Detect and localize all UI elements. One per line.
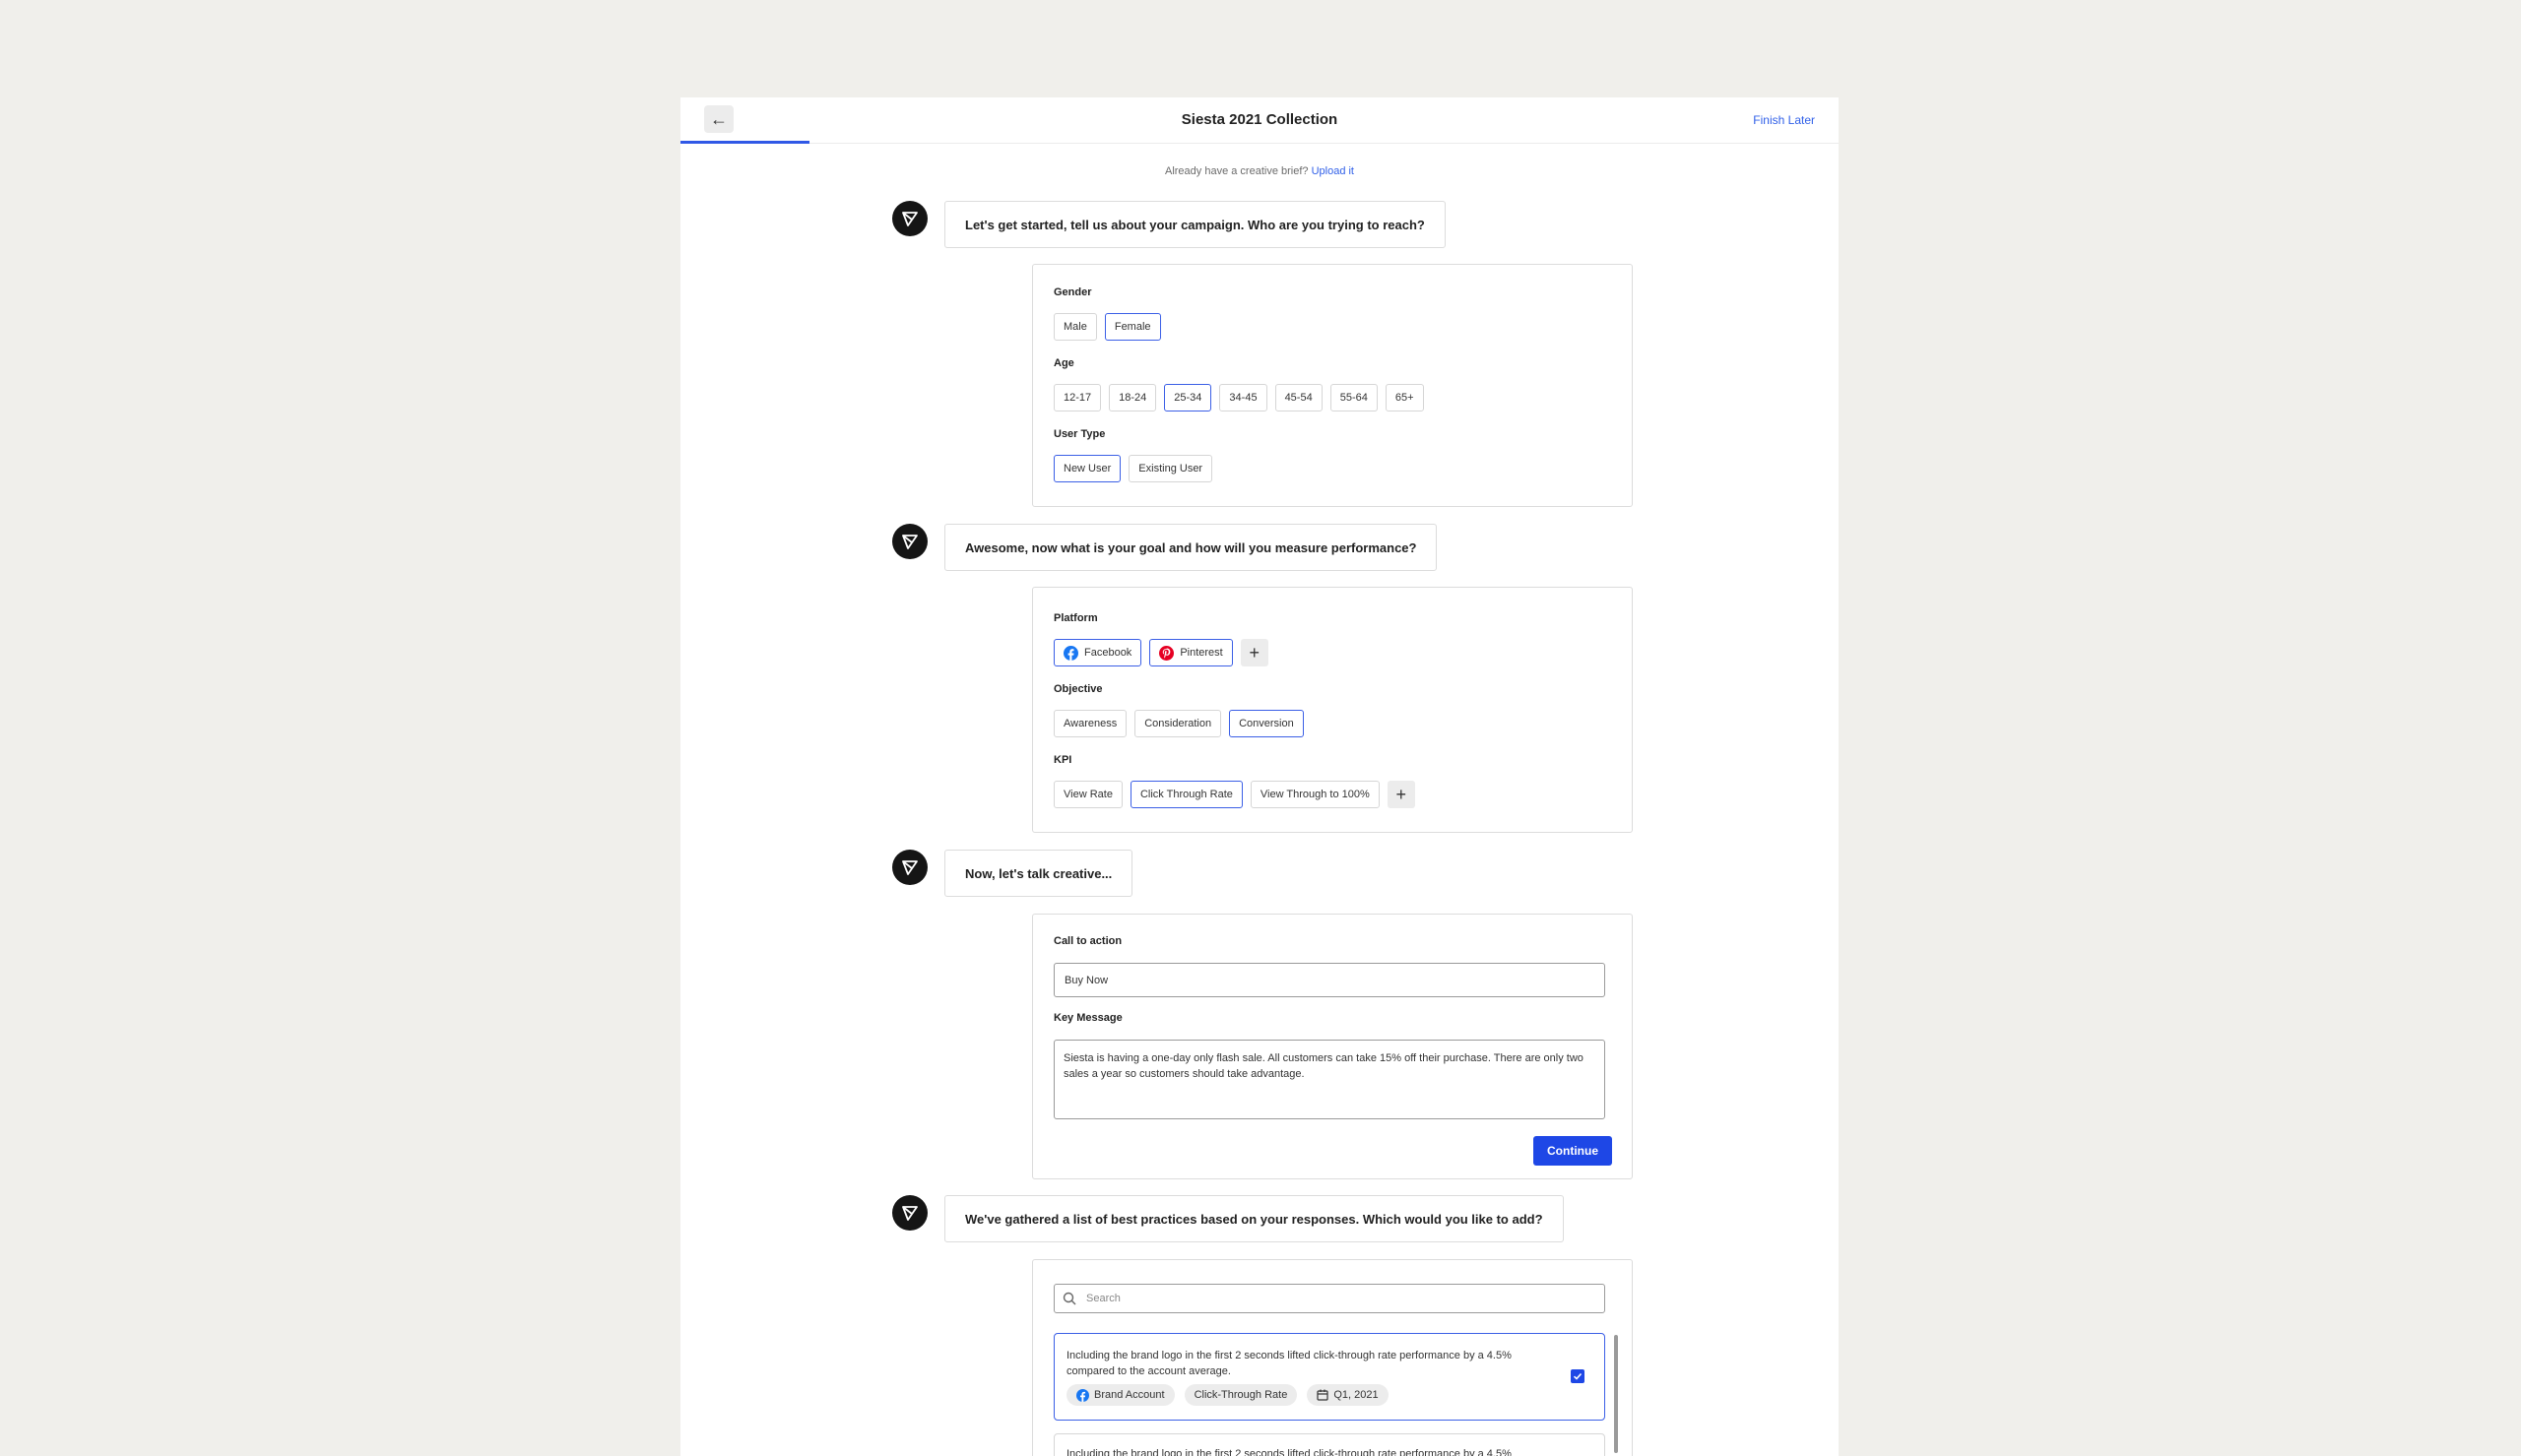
best-practices-card: Search Including the brand logo in the f… [1032, 1259, 1633, 1456]
best-practice-item[interactable]: Including the brand logo in the first 2 … [1054, 1333, 1605, 1421]
tag-date-label: Q1, 2021 [1333, 1389, 1379, 1401]
bot-avatar [892, 201, 928, 236]
chip-age-25-34[interactable]: 25-34 [1164, 384, 1212, 411]
gender-options: Male Female [1054, 313, 1161, 341]
finish-later-link[interactable]: Finish Later [1753, 113, 1815, 127]
chip-new-user[interactable]: New User [1054, 455, 1122, 482]
facebook-icon [1076, 1388, 1089, 1402]
question-bubble-goal: Awesome, now what is your goal and how w… [944, 524, 1438, 571]
progress-bar [680, 141, 809, 144]
bot-avatar [892, 850, 928, 885]
best-practice-text: Including the brand logo in the first 2 … [1067, 1448, 1512, 1456]
pinterest-label: Pinterest [1180, 647, 1223, 659]
brief-panel: ← Siesta 2021 Collection Finish Later Al… [680, 97, 1839, 1456]
chip-conversion[interactable]: Conversion [1229, 710, 1304, 737]
chip-age-34-45[interactable]: 34-45 [1219, 384, 1267, 411]
facebook-label: Facebook [1084, 647, 1132, 659]
chip-click-through-rate[interactable]: Click Through Rate [1130, 781, 1243, 808]
logo-icon [902, 535, 918, 549]
chip-awareness[interactable]: Awareness [1054, 710, 1128, 737]
chip-facebook[interactable]: Facebook [1054, 639, 1142, 666]
chip-consideration[interactable]: Consideration [1134, 710, 1222, 737]
tag-date: Q1, 2021 [1307, 1384, 1389, 1406]
creative-card: Call to action Buy Now Key Message Siest… [1032, 914, 1633, 1179]
add-platform-button[interactable]: + [1240, 639, 1268, 666]
chip-male[interactable]: Male [1054, 313, 1097, 341]
tag-brand-account: Brand Account [1067, 1384, 1175, 1406]
chip-pinterest[interactable]: Pinterest [1149, 639, 1233, 666]
tag-brand-account-label: Brand Account [1094, 1389, 1165, 1401]
best-practice-item[interactable]: Including the brand logo in the first 2 … [1054, 1433, 1605, 1456]
gender-label: Gender [1054, 286, 1092, 298]
list-scrollbar[interactable] [1614, 1335, 1618, 1453]
cta-label: Call to action [1054, 935, 1123, 947]
logo-icon [902, 1206, 918, 1221]
chip-age-18-24[interactable]: 18-24 [1109, 384, 1157, 411]
tag-click-through-rate: Click-Through Rate [1184, 1384, 1298, 1406]
question-bubble-audience: Let's get started, tell us about your ca… [944, 201, 1446, 248]
search-input[interactable]: Search [1054, 1284, 1605, 1313]
upload-brief-link[interactable]: Upload it [1312, 165, 1354, 177]
age-options: 12-17 18-24 25-34 34-45 45-54 55-64 65+ [1054, 384, 1424, 411]
key-message-textarea[interactable]: Siesta is having a one-day only flash sa… [1054, 1040, 1605, 1119]
creative-brief-text: Already have a creative brief? [1164, 165, 1309, 177]
chip-view-through-100[interactable]: View Through to 100% [1250, 781, 1380, 808]
user-type-options: New User Existing User [1054, 455, 1213, 482]
continue-button[interactable]: Continue [1533, 1136, 1612, 1166]
chip-age-65-plus[interactable]: 65+ [1385, 384, 1424, 411]
chip-view-rate[interactable]: View Rate [1054, 781, 1123, 808]
key-message-label: Key Message [1054, 1012, 1123, 1024]
kpi-options: View Rate Click Through Rate View Throug… [1054, 781, 1415, 808]
search-placeholder: Search [1086, 1293, 1121, 1304]
platform-options: Facebook Pinterest + [1054, 639, 1268, 666]
question-bubble-creative: Now, let's talk creative... [944, 850, 1133, 897]
page-title: Siesta 2021 Collection [1181, 111, 1338, 128]
top-bar: ← Siesta 2021 Collection Finish Later [680, 97, 1839, 144]
creative-brief-note: Already have a creative brief? Upload it [680, 165, 1839, 177]
chip-female[interactable]: Female [1104, 313, 1161, 341]
best-practice-checkbox[interactable] [1571, 1369, 1584, 1383]
question-bubble-best-practices: We've gathered a list of best practices … [944, 1195, 1564, 1242]
platform-label: Platform [1054, 612, 1098, 624]
audience-card: Gender Male Female Age 12-17 18-24 25-34… [1032, 264, 1633, 507]
kpi-label: KPI [1054, 754, 1072, 766]
logo-icon [902, 212, 918, 226]
plus-icon: + [1249, 642, 1260, 663]
chip-age-12-17[interactable]: 12-17 [1054, 384, 1102, 411]
search-icon [1063, 1292, 1076, 1305]
objective-options: Awareness Consideration Conversion [1054, 710, 1304, 737]
chip-age-55-64[interactable]: 55-64 [1329, 384, 1378, 411]
facebook-icon [1064, 645, 1078, 661]
cta-input[interactable]: Buy Now [1054, 963, 1605, 997]
pinterest-icon [1159, 645, 1175, 661]
checkmark-icon [1573, 1372, 1583, 1380]
plus-icon: + [1395, 784, 1407, 804]
age-label: Age [1054, 357, 1074, 369]
goal-card: Platform Facebook Pinterest + Objective [1032, 587, 1633, 833]
chip-age-45-54[interactable]: 45-54 [1274, 384, 1323, 411]
chip-existing-user[interactable]: Existing User [1129, 455, 1213, 482]
best-practice-text: Including the brand logo in the first 2 … [1067, 1350, 1512, 1377]
calendar-icon [1317, 1389, 1328, 1401]
user-type-label: User Type [1054, 428, 1106, 440]
add-kpi-button[interactable]: + [1387, 781, 1415, 808]
bot-avatar [892, 524, 928, 559]
objective-label: Objective [1054, 683, 1103, 695]
logo-icon [902, 860, 918, 875]
bot-avatar [892, 1195, 928, 1231]
best-practice-tags: Brand Account Click-Through Rate Q1, 202… [1067, 1384, 1389, 1406]
